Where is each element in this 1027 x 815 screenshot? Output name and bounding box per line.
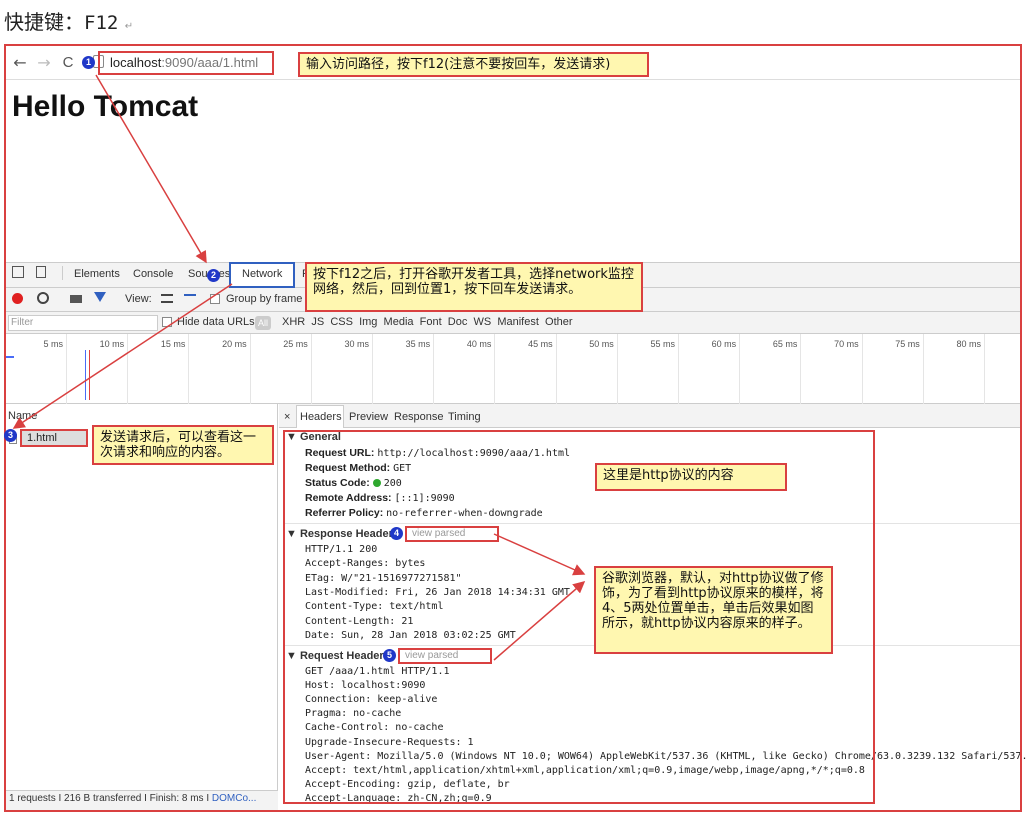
note-step1: 输入访问路径，按下f12(注意不要按回车，发送请求) bbox=[298, 52, 649, 77]
note-step2: 按下f12之后，打开谷歌开发者工具，选择network监控网络，然后，回到位置1… bbox=[305, 262, 643, 312]
arrow-request-parsed bbox=[493, 581, 586, 661]
badge-1: 1 bbox=[82, 56, 95, 69]
badge-4: 4 bbox=[390, 527, 403, 540]
arrow-network-to-request bbox=[12, 283, 233, 429]
badge-3: 3 bbox=[4, 429, 17, 442]
note-step3: 发送请求后，可以查看这一次请求和响应的内容。 bbox=[92, 425, 274, 465]
arrow-response-parsed bbox=[493, 533, 586, 576]
annotation-arrows bbox=[12, 74, 586, 661]
arrow-url-to-network bbox=[95, 74, 207, 264]
note-http-content: 这里是http协议的内容 bbox=[595, 463, 787, 491]
badge-5: 5 bbox=[383, 649, 396, 662]
badge-2: 2 bbox=[207, 269, 220, 282]
note-view-parsed: 谷歌浏览器，默认，对http协议做了修饰，为了看到http协议原来的模样，将4、… bbox=[594, 566, 833, 654]
